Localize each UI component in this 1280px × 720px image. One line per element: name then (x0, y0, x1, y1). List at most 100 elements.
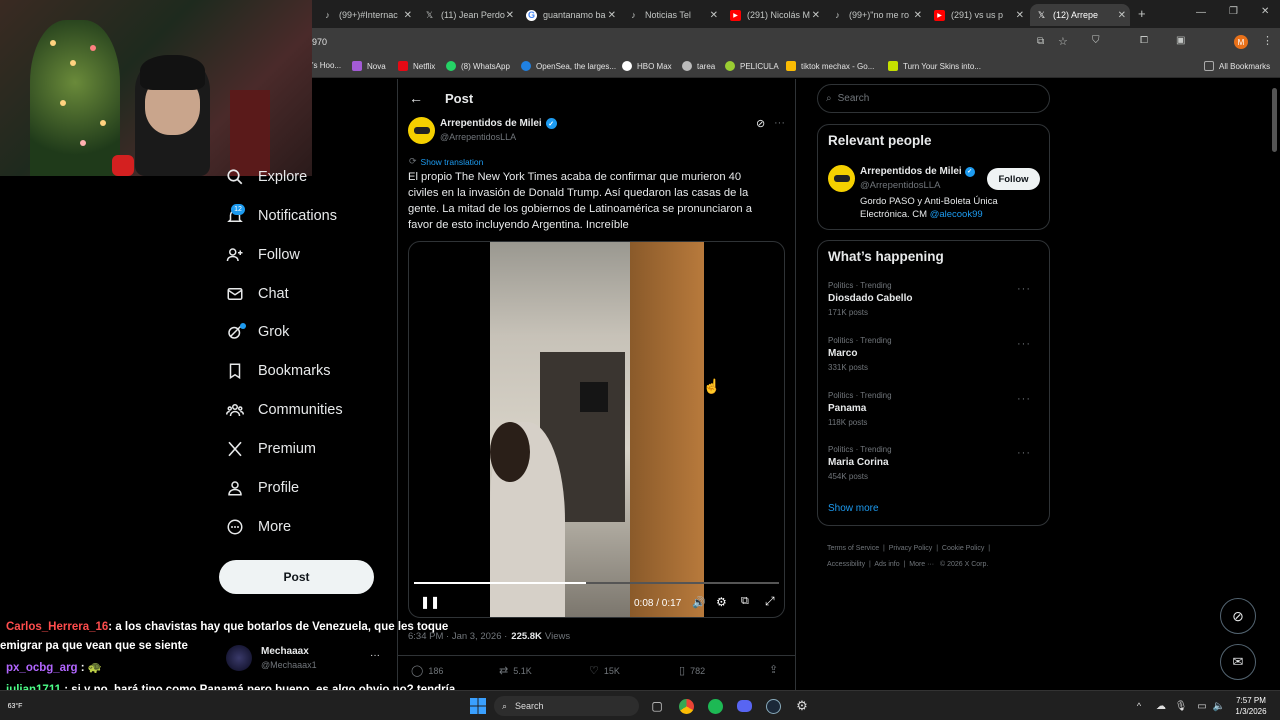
bookmark-button[interactable]: ▯ 782 (679, 664, 705, 677)
bookmark-item[interactable]: HBO Max (622, 61, 672, 71)
all-bookmarks-button[interactable]: All Bookmarks (1204, 61, 1270, 71)
like-button[interactable]: ♡ 15K (589, 664, 620, 677)
browser-tab[interactable]: ♪ (99+)#Internac ✕ (316, 4, 416, 26)
browser-tab[interactable]: ▶ (291) Nicolás M ✕ (724, 4, 824, 26)
chevron-up-icon[interactable]: ^ (1130, 697, 1148, 715)
sidepanel-icon[interactable]: ▣ (1176, 35, 1185, 46)
show-translation-link[interactable]: ⟳ Show translation (409, 156, 483, 167)
share-icon[interactable]: ⇪ (769, 663, 778, 676)
profile-avatar[interactable]: M (1234, 35, 1248, 49)
new-tab-button[interactable]: + (1138, 6, 1146, 21)
volume-icon[interactable]: 🔊 (692, 596, 706, 609)
bookmark-item[interactable]: PELICULA (725, 61, 779, 71)
sidebar-item-more[interactable]: More (226, 518, 291, 536)
spotify-icon[interactable] (706, 697, 724, 715)
clock[interactable]: 7:57 PM 1/3/2026 (1230, 695, 1272, 717)
trend-item[interactable]: Politics · Trending Panama 118K posts ··… (828, 391, 1041, 427)
grok-explain-icon[interactable]: ⊘ (756, 117, 765, 130)
browser-menu-icon[interactable]: ⋮ (1262, 34, 1273, 47)
author-name-row[interactable]: Arrepentidos de Milei ✓ (440, 118, 557, 129)
url-input[interactable]: 970 (312, 37, 327, 47)
sidebar-item-communities[interactable]: Communities (226, 401, 343, 419)
close-icon[interactable]: ✕ (404, 10, 412, 21)
bookmark-item[interactable]: tarea (682, 61, 715, 71)
taskbar-search[interactable]: ⌕ Search (494, 696, 639, 716)
close-icon[interactable]: ✕ (506, 10, 514, 21)
bookmark-item[interactable]: Nova (352, 61, 386, 71)
onedrive-icon[interactable]: ☁ (1152, 697, 1170, 715)
footer-link[interactable]: Cookie Policy (942, 545, 984, 552)
trend-more-icon[interactable]: ··· (1017, 393, 1031, 405)
grok-float-button[interactable]: ⊘ (1220, 598, 1256, 634)
close-icon[interactable]: ✕ (1118, 10, 1126, 21)
sidebar-item-explore[interactable]: Explore (226, 168, 307, 186)
messages-float-button[interactable]: ✉ (1220, 644, 1256, 680)
sidebar-item-chat[interactable]: Chat (226, 285, 289, 303)
weather-widget[interactable]: 63°F (6, 697, 24, 715)
browser-tab[interactable]: Gguantanamo ba ✕ (520, 4, 620, 26)
sidebar-item-follow[interactable]: Follow (226, 246, 300, 264)
search-input[interactable]: ⌕ Search (817, 84, 1050, 113)
browser-tab-active[interactable]: 𝕏 (12) Arrepe ✕ (1030, 4, 1130, 26)
browser-tab[interactable]: ▶ (291) vs us p ✕ (928, 4, 1028, 26)
close-icon[interactable]: ✕ (914, 10, 922, 21)
close-icon[interactable]: ✕ (812, 10, 820, 21)
star-icon[interactable]: ☆ (1058, 35, 1068, 48)
sidebar-item-bookmarks[interactable]: Bookmarks (226, 362, 331, 380)
task-view-icon[interactable]: ▢ (648, 697, 666, 715)
pip-icon[interactable]: ⧉ (741, 595, 749, 608)
back-arrow-icon[interactable]: ← (409, 90, 423, 106)
repost-button[interactable]: ⇄ 5.1K (499, 664, 532, 677)
page-scrollbar[interactable] (1272, 88, 1277, 152)
browser-tab[interactable]: ♪ (99+)"no me ro ✕ (826, 4, 926, 26)
chrome-icon[interactable] (677, 697, 695, 715)
discord-icon[interactable] (735, 697, 753, 715)
video-player[interactable]: ❚❚ 0:08 / 0:17 🔊 ⚙ ⧉ ⤢ (408, 241, 785, 618)
trend-more-icon[interactable]: ··· (1017, 283, 1031, 295)
footer-link[interactable]: Terms of Service (827, 545, 879, 552)
bookmark-item[interactable]: (8) WhatsApp (446, 61, 510, 71)
trend-item[interactable]: Politics · Trending Diosdado Cabello 171… (828, 281, 1041, 317)
footer-link[interactable]: More ··· (909, 561, 934, 568)
author-avatar[interactable] (408, 117, 435, 144)
sidebar-item-profile[interactable]: Profile (226, 479, 299, 497)
window-close-button[interactable]: ✕ (1261, 6, 1269, 17)
minimize-button[interactable]: — (1196, 7, 1206, 18)
trend-more-icon[interactable]: ··· (1017, 447, 1031, 459)
bookmark-item[interactable]: Netflix (398, 61, 435, 71)
extensions-icon[interactable]: ⧠ (1140, 35, 1148, 46)
cast-icon[interactable]: ⧉ (1037, 36, 1044, 47)
bookmark-item[interactable]: Turn Your Skins into... (888, 61, 981, 71)
post-more-icon[interactable]: ··· (774, 117, 785, 129)
show-more-link[interactable]: Show more (828, 503, 879, 514)
trend-more-icon[interactable]: ··· (1017, 338, 1031, 350)
settings-gear-icon[interactable]: ⚙ (793, 697, 811, 715)
follow-button[interactable]: Follow (987, 168, 1040, 190)
close-icon[interactable]: ✕ (1016, 10, 1024, 21)
bookmark-item[interactable]: 's Hoo... (312, 61, 341, 70)
settings-gear-icon[interactable]: ⚙ (716, 595, 727, 609)
close-icon[interactable]: ✕ (608, 10, 616, 21)
start-button[interactable] (469, 697, 487, 715)
footer-link[interactable]: Privacy Policy (889, 545, 933, 552)
relevant-name-row[interactable]: Arrepentidos de Milei ✓ (860, 166, 975, 177)
browser-tab[interactable]: ♪ Noticias Tel ✕ (622, 4, 722, 26)
network-icon[interactable]: ▭ (1193, 697, 1211, 715)
footer-link[interactable]: Ads info (874, 561, 899, 568)
bookmark-item[interactable]: tiktok mechax - Go... (786, 61, 874, 71)
maximize-button[interactable]: ❐ (1229, 6, 1238, 17)
bio-link[interactable]: @alecook99 (930, 209, 983, 220)
bookmark-item[interactable]: OpenSea, the larges... (521, 61, 616, 71)
footer-link[interactable]: Accessibility (827, 561, 865, 568)
video-progress-track[interactable] (414, 582, 779, 584)
browser-tab[interactable]: 𝕏 (11) Jean Perdo ✕ (418, 4, 518, 26)
microphone-icon[interactable]: 🎙 (1172, 697, 1190, 715)
relevant-avatar[interactable] (828, 165, 855, 192)
trend-item[interactable]: Politics · Trending Marco 331K posts ··· (828, 336, 1041, 372)
close-icon[interactable]: ✕ (710, 10, 718, 21)
shield-icon[interactable]: ⛉ (1092, 35, 1100, 46)
pause-button[interactable]: ❚❚ (420, 595, 440, 609)
sidebar-item-premium[interactable]: Premium (226, 440, 316, 458)
trend-item[interactable]: Politics · Trending Maria Corina 454K po… (828, 445, 1041, 481)
steam-icon[interactable] (764, 697, 782, 715)
